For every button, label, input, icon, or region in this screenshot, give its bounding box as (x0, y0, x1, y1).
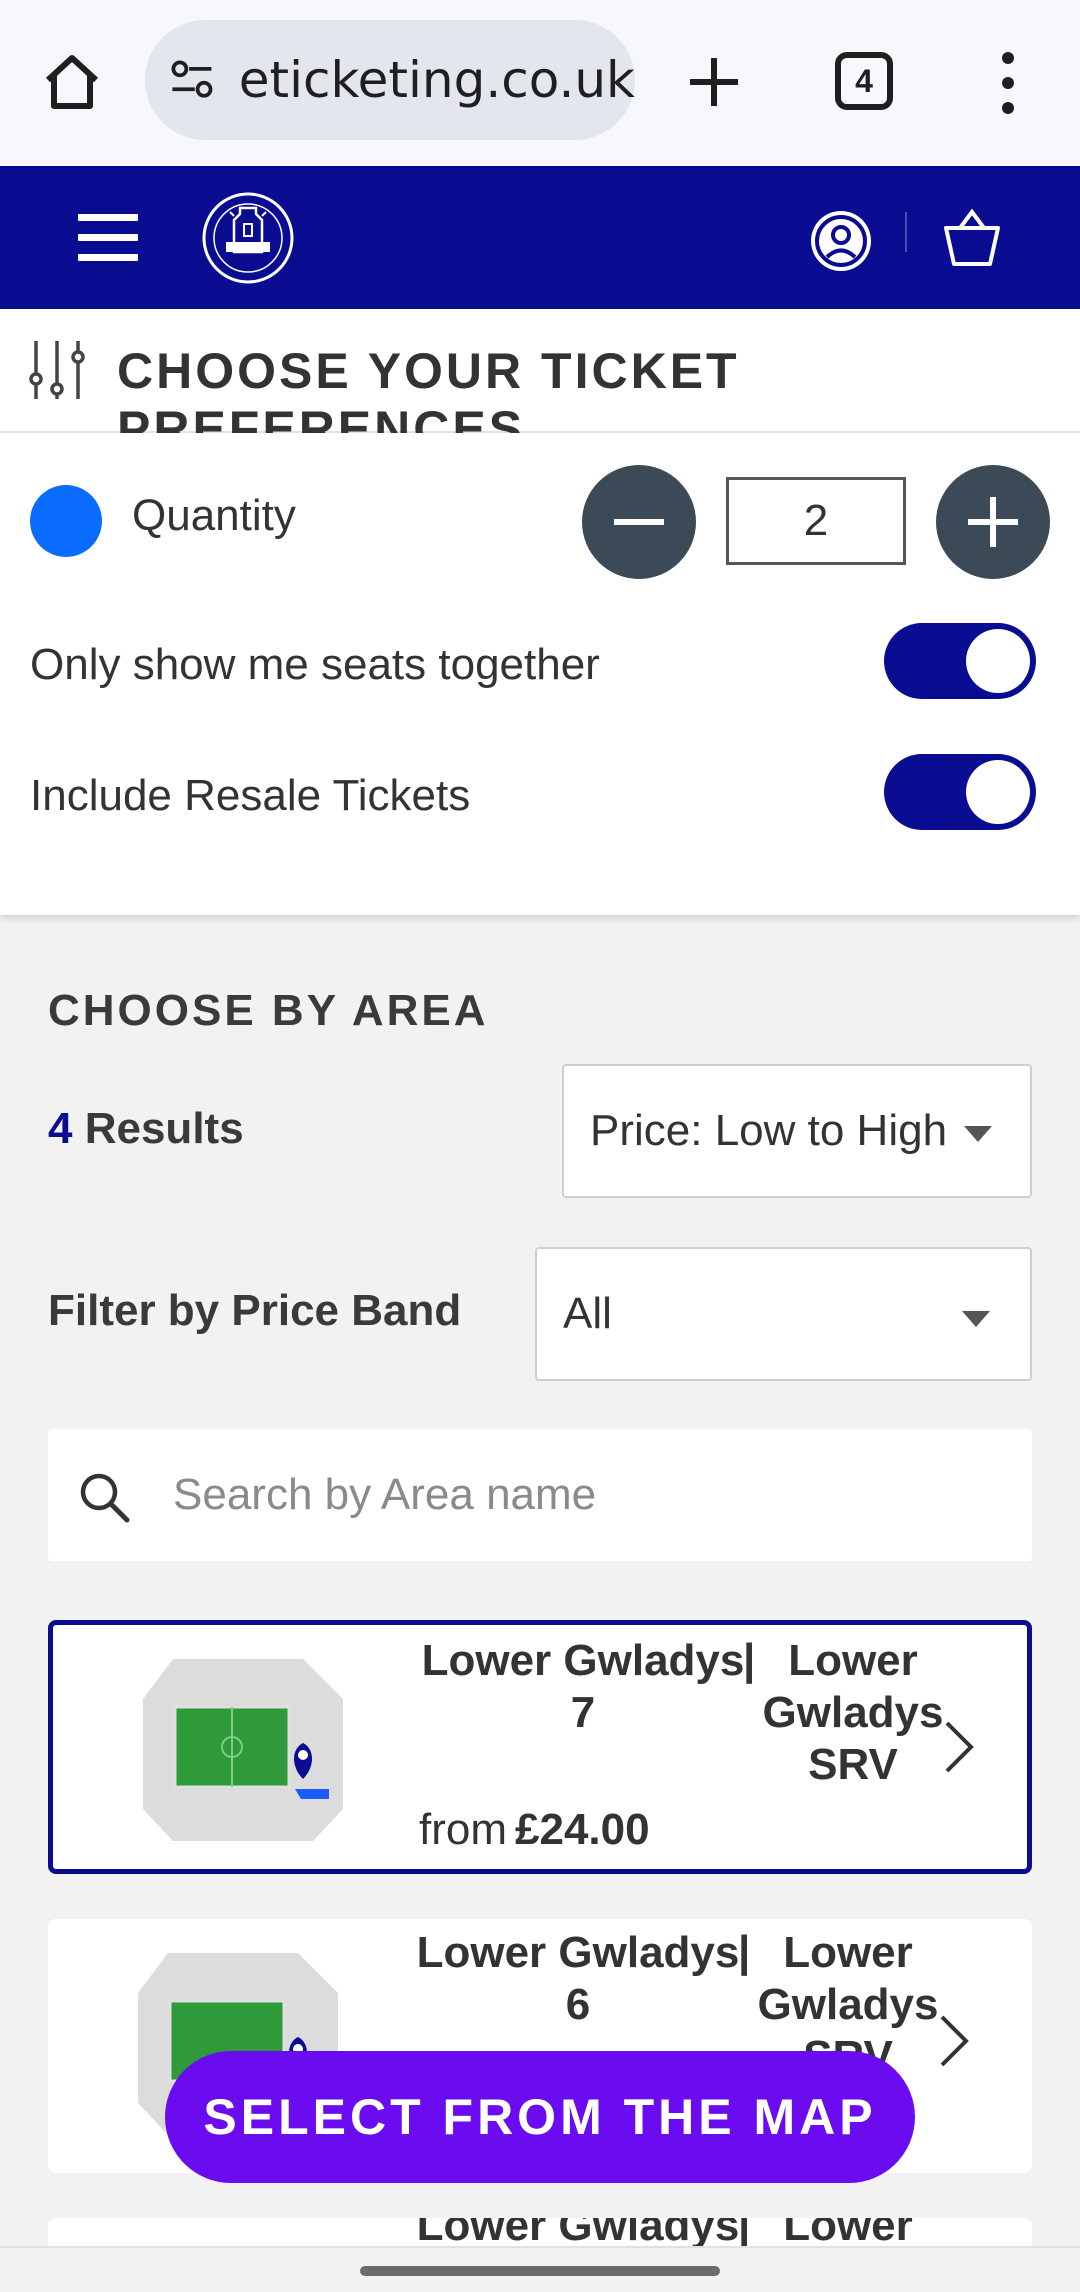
stadium-map-thumbnail (143, 1659, 343, 1841)
new-tab-icon[interactable] (680, 48, 748, 116)
preferences-title-bar[interactable]: CHOOSE YOUR TICKET PREFERENCES (0, 309, 1080, 457)
results-count: 4 Results (48, 1104, 244, 1154)
choose-by-area-heading: CHOOSE BY AREA (48, 986, 489, 1035)
tab-switcher-button[interactable]: 4 (835, 52, 893, 110)
area-name: Lower Gwladys 6 (416, 1928, 740, 2029)
site-header (0, 166, 1080, 309)
quantity-field[interactable]: 2 (726, 477, 906, 565)
seats-together-label: Only show me seats together (30, 640, 600, 689)
system-nav-bar (0, 2246, 1080, 2292)
quantity-decrease-button[interactable] (582, 465, 696, 579)
tab-count: 4 (855, 62, 873, 99)
area-search-input[interactable] (173, 1459, 993, 1531)
search-icon (80, 1473, 130, 1523)
results-number: 4 (48, 1104, 73, 1153)
price-band-select[interactable]: All (535, 1247, 1032, 1381)
sort-select[interactable]: Price: Low to High (562, 1064, 1032, 1198)
chevron-right-icon (945, 1721, 974, 1773)
url-text: eticketing.co.uk (238, 51, 635, 109)
resale-tickets-toggle[interactable] (884, 754, 1036, 830)
results-word: Results (84, 1104, 244, 1153)
quantity-label: Quantity (132, 491, 296, 540)
seats-together-toggle[interactable] (884, 623, 1036, 699)
sort-select-value: Price: Low to High (590, 1106, 948, 1155)
quantity-indicator-dot (30, 485, 102, 557)
select-from-map-button[interactable]: SELECT FROM THE MAP (165, 2051, 915, 2183)
header-divider (905, 212, 907, 252)
home-icon[interactable] (40, 50, 104, 114)
price-band-label: Filter by Price Band (48, 1286, 462, 1335)
area-name: Lower Gwladys 7 (421, 1636, 745, 1737)
hamburger-menu-icon[interactable] (78, 214, 138, 262)
gesture-handle[interactable] (360, 2266, 720, 2276)
resale-tickets-label: Include Resale Tickets (30, 771, 471, 820)
price-band-value: All (563, 1289, 612, 1338)
site-settings-icon[interactable] (165, 50, 221, 110)
chevron-down-icon (962, 1311, 990, 1327)
area-price: from £24.00 (419, 1805, 650, 1854)
quantity-increase-button[interactable] (936, 465, 1050, 579)
chevron-down-icon (964, 1126, 992, 1142)
preferences-panel: Quantity 2 Only show me seats together I… (0, 433, 1080, 915)
address-bar[interactable]: eticketing.co.uk (145, 20, 635, 140)
more-menu-icon[interactable] (990, 50, 1026, 116)
account-icon[interactable] (810, 210, 872, 272)
area-search-box[interactable] (48, 1429, 1032, 1561)
chevron-right-icon (940, 2015, 969, 2067)
sliders-icon (29, 341, 85, 399)
area-card[interactable]: Lower Gwladys 7 | Lower Gwladys SRV from… (48, 1620, 1032, 1874)
browser-toolbar: eticketing.co.uk 4 (0, 0, 1080, 166)
everton-crest-logo[interactable] (200, 190, 296, 286)
stand-name: Lower Gwladys SRV (762, 1636, 944, 1789)
basket-icon[interactable] (940, 206, 1004, 270)
